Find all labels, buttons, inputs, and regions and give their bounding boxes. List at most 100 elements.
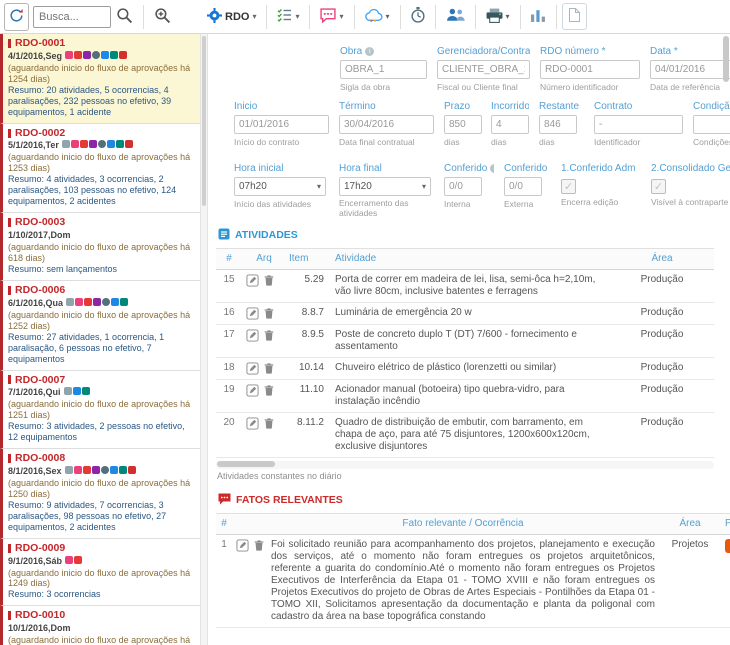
conferido-externa-field: Conferido Externa xyxy=(504,163,561,219)
people-icon xyxy=(109,465,118,474)
edit-icon[interactable] xyxy=(246,383,259,397)
rdo-list-item[interactable]: RDO-0008 8/1/2016,Sex (aguardando inicio… xyxy=(0,449,200,539)
delete-icon[interactable] xyxy=(263,307,275,320)
rdo-detail-panel: Obra Sigla da obra Gerenciadora/Contrata… xyxy=(208,34,730,645)
rdo-resumo-text: Resumo: sem lançamentos xyxy=(8,263,118,274)
weather-menu-button[interactable]: ▾ xyxy=(360,5,395,28)
edit-icon[interactable] xyxy=(246,273,259,287)
rdo-list-item[interactable]: RDO-0003 1/10/2017,Dom (aguardando inici… xyxy=(0,213,200,281)
inicio-input[interactable] xyxy=(234,115,329,134)
conferido-adm-checkbox[interactable] xyxy=(561,179,576,194)
toolbar-separator xyxy=(309,4,311,29)
print-menu-button[interactable]: ▾ xyxy=(481,5,515,29)
col-fato: Fato relevante / Ocorrência xyxy=(402,517,524,529)
item-bullet-icon xyxy=(8,543,11,553)
row-number: 15 xyxy=(223,273,235,285)
atividades-table-header: # Arq Item Atividade Área xyxy=(216,247,714,270)
conferido-interna-input[interactable] xyxy=(444,177,482,196)
atividades-hscroll-thumb[interactable] xyxy=(217,460,275,467)
rdo-list-item[interactable]: RDO-0010 10/1/2016,Dom (aguardando inici… xyxy=(0,606,200,645)
item-bullet-icon xyxy=(8,285,11,295)
rdo-date: 8/1/2016,Sex xyxy=(8,465,62,476)
gerenciadora-input[interactable] xyxy=(437,60,530,79)
conferido-interna-helper: Interna xyxy=(444,199,471,209)
checklist-icon xyxy=(277,8,292,25)
delete-icon[interactable] xyxy=(263,417,275,430)
prazo-input[interactable] xyxy=(444,115,482,134)
hora-inicial-select[interactable]: 07h20 ▾ xyxy=(234,177,326,196)
zoom-in-button[interactable] xyxy=(149,4,176,30)
delete-icon[interactable] xyxy=(263,384,275,397)
edit-icon[interactable] xyxy=(246,361,259,375)
timer-button[interactable] xyxy=(406,4,430,29)
flag-icon xyxy=(74,555,83,564)
delete-icon[interactable] xyxy=(263,274,275,287)
toolbar-separator xyxy=(399,4,401,29)
rdo-menu-button[interactable]: RDO ▾ xyxy=(202,5,261,29)
col-area: Área xyxy=(679,517,701,529)
rdo-item-icons xyxy=(64,555,83,567)
atividade-row: 19 11.10 Acionador manual (botoeira) tip… xyxy=(216,380,714,413)
termino-input[interactable] xyxy=(339,115,434,134)
item-bullet-icon xyxy=(8,218,11,228)
atividade-row: 15 5.29 Porta de correr em madeira de le… xyxy=(216,270,714,303)
delete-icon[interactable] xyxy=(253,539,265,552)
document-button[interactable] xyxy=(561,3,587,30)
inicio-label: Inicio xyxy=(234,101,258,112)
hora-final-select[interactable]: 17h20 ▾ xyxy=(339,177,431,196)
rdo-item-date-row: 10/1/2016,Dom xyxy=(8,623,194,634)
edit-icon[interactable] xyxy=(246,306,259,320)
rdo-list-item[interactable]: RDO-0007 7/1/2016,Qui (aguardando inicio… xyxy=(0,370,200,450)
checklist-menu-button[interactable]: ▾ xyxy=(272,5,304,28)
form-row-1: Obra Sigla da obra Gerenciadora/Contrata… xyxy=(340,46,730,92)
search-button[interactable] xyxy=(111,4,138,30)
chat-icon xyxy=(65,50,74,59)
comments-menu-button[interactable]: ▾ xyxy=(315,5,348,29)
item-code: 5.29 xyxy=(304,273,324,285)
incorrido-input[interactable] xyxy=(491,115,529,134)
page-scrollbar-thumb[interactable] xyxy=(723,36,729,82)
data-helper: Data de referência xyxy=(650,82,720,92)
rdo-resumo-text: Resumo: 9 atividades, 7 ocorrencias, 3 p… xyxy=(8,499,167,532)
refresh-icon xyxy=(9,8,24,26)
printer-icon xyxy=(486,8,503,26)
rdo-list-item[interactable]: RDO-0001 4/1/2016,Seg (aguardando inicio… xyxy=(0,34,200,124)
rdo-status-text: (aguardando inicio do fluxo de aprovaçõe… xyxy=(8,477,191,499)
restante-input[interactable] xyxy=(539,115,577,134)
workforce-button[interactable] xyxy=(441,5,470,28)
rdo-numero-input[interactable] xyxy=(540,60,640,79)
obra-input[interactable] xyxy=(340,60,427,79)
conferido-externa-input[interactable] xyxy=(504,177,542,196)
sidebar-scrollbar-thumb[interactable] xyxy=(202,36,206,206)
rdo-list-item[interactable]: RDO-0002 5/1/2016,Ter (aguardando inicio… xyxy=(0,123,200,214)
area-text: Produção xyxy=(640,328,684,340)
row-number: 18 xyxy=(223,361,235,373)
form-row-2: Inicio Início do contrato Término Data f… xyxy=(234,101,730,147)
rdo-list-item[interactable]: RDO-0009 9/1/2016,Sáb (aguardando inicio… xyxy=(0,538,200,607)
truck-icon xyxy=(81,387,90,396)
edit-icon[interactable] xyxy=(236,538,249,552)
incorrido-label: Incorrido xyxy=(491,101,529,112)
chart-button[interactable] xyxy=(526,5,551,28)
delete-icon[interactable] xyxy=(263,362,275,375)
rdo-item-date-row: 4/1/2016,Seg xyxy=(8,50,194,62)
refresh-button[interactable] xyxy=(4,2,29,31)
rdo-item-title: RDO-0010 xyxy=(8,609,194,622)
data-input[interactable] xyxy=(650,60,730,79)
contrato-input[interactable] xyxy=(594,115,683,134)
rdo-status-text: (aguardando inicio do fluxo de aprovaçõe… xyxy=(8,152,191,174)
edit-icon[interactable] xyxy=(246,328,259,342)
consolidado-ger-checkbox[interactable] xyxy=(651,179,666,194)
contrato-helper: Identificador xyxy=(594,137,641,147)
rdo-list-item[interactable]: RDO-0006 6/1/2016,Qua (aguardando inicio… xyxy=(0,280,200,371)
area-text: Produção xyxy=(640,361,684,373)
search-input[interactable] xyxy=(33,5,111,28)
edit-icon[interactable] xyxy=(246,416,259,430)
toolbar-separator xyxy=(555,4,557,29)
rdo-item-icons xyxy=(63,387,90,398)
truck-icon xyxy=(115,140,124,149)
rdo-item-title: RDO-0002 xyxy=(8,127,194,140)
conferido-interna-field: Conferido Interna xyxy=(444,163,504,219)
clock-icon xyxy=(97,140,106,149)
delete-icon[interactable] xyxy=(263,329,275,342)
